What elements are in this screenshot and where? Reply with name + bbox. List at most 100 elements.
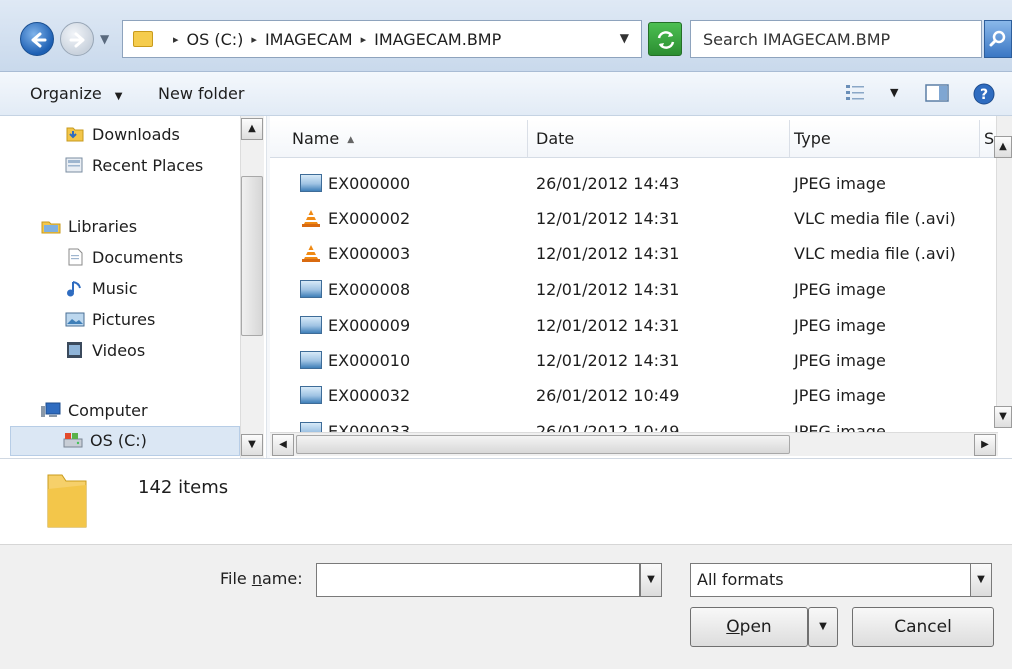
- cancel-button[interactable]: Cancel: [852, 607, 994, 647]
- file-row[interactable]: EX000002 12/01/2012 14:31 VLC media file…: [270, 201, 998, 236]
- nav-item-label: Recent Places: [92, 155, 204, 175]
- nav-item-recent-places[interactable]: Recent Places: [64, 155, 203, 175]
- file-name: EX000032: [328, 386, 411, 405]
- file-list-horizontal-scrollbar[interactable]: ◀ ▶: [270, 432, 998, 456]
- file-row[interactable]: EX000000 26/01/2012 14:43 JPEG image: [270, 166, 998, 201]
- file-name-dropdown-button[interactable]: ▼: [640, 563, 662, 597]
- change-view-button[interactable]: [844, 82, 868, 108]
- nav-item-label: Videos: [92, 340, 146, 360]
- file-list-vertical-scrollbar[interactable]: ▲ ▼: [994, 116, 1012, 428]
- documents-icon: [68, 248, 83, 266]
- file-row[interactable]: EX000003 12/01/2012 14:31 VLC media file…: [270, 236, 998, 271]
- jpeg-image-icon: [300, 351, 322, 369]
- preview-pane-button[interactable]: [924, 82, 950, 108]
- open-options-dropdown[interactable]: ▼: [808, 607, 838, 647]
- jpeg-image-icon: [300, 386, 322, 404]
- command-toolbar: Organize ▼ New folder ▼ ?: [0, 72, 1012, 116]
- address-path-box[interactable]: ▸ OS (C:) ▸ IMAGECAM ▸ IMAGECAM.BMP ▼: [122, 20, 642, 58]
- nav-item-libraries[interactable]: Libraries: [40, 216, 137, 236]
- recent-places-icon: [65, 157, 83, 173]
- column-header-name[interactable]: Name ▲: [270, 120, 528, 158]
- nav-item-label: OS (C:): [90, 430, 147, 450]
- file-name-label-part: File: [220, 569, 252, 588]
- libraries-icon: [41, 221, 61, 234]
- file-row[interactable]: EX000008 12/01/2012 14:31 JPEG image: [270, 272, 998, 307]
- nav-item-label: Libraries: [68, 216, 138, 236]
- file-date: 12/01/2012 14:31: [536, 351, 680, 370]
- file-name: EX000002: [328, 209, 411, 228]
- svg-text:?: ?: [980, 87, 988, 103]
- breadcrumb-separator[interactable]: ▸: [251, 33, 257, 46]
- breadcrumb-separator[interactable]: ▸: [361, 33, 367, 46]
- open-button[interactable]: Open: [690, 607, 808, 647]
- file-date: 26/01/2012 14:43: [536, 174, 680, 193]
- breadcrumb-separator[interactable]: ▸: [173, 33, 179, 46]
- file-date: 26/01/2012 10:49: [536, 386, 680, 405]
- file-type-select[interactable]: All formats: [690, 563, 992, 597]
- nav-item-os-c[interactable]: OS (C:): [62, 430, 147, 450]
- breadcrumb-item[interactable]: IMAGECAM.BMP: [374, 30, 501, 49]
- refresh-button[interactable]: [648, 22, 682, 56]
- nav-item-computer[interactable]: Computer: [40, 400, 148, 420]
- nav-item-documents[interactable]: Documents: [64, 247, 183, 267]
- nav-pane-scrollbar[interactable]: ▲ ▼: [240, 116, 264, 458]
- scroll-down-arrow-icon[interactable]: ▼: [241, 434, 263, 456]
- music-icon: [67, 281, 81, 297]
- file-row[interactable]: EX000032 26/01/2012 10:49 JPEG image: [270, 378, 998, 413]
- nav-scroll-thumb[interactable]: [241, 176, 263, 336]
- file-name: EX000009: [328, 316, 411, 335]
- column-header-date[interactable]: Date: [528, 120, 790, 158]
- computer-icon: [41, 402, 61, 417]
- file-type: JPEG image: [794, 280, 886, 299]
- file-type: VLC media file (.avi): [794, 244, 956, 263]
- recent-locations-dropdown[interactable]: ▼: [100, 32, 109, 46]
- details-pane: 142 items: [0, 458, 1012, 544]
- nav-item-label: Downloads: [92, 124, 180, 144]
- scroll-left-arrow-icon[interactable]: ◀: [272, 434, 294, 456]
- nav-item-label: Pictures: [92, 309, 156, 329]
- view-details-icon: [846, 85, 864, 100]
- scroll-down-arrow-icon[interactable]: ▼: [994, 406, 1012, 428]
- file-name-label: File name:: [220, 569, 303, 588]
- file-type: JPEG image: [794, 386, 886, 405]
- jpeg-image-icon: [300, 280, 322, 298]
- file-type: JPEG image: [794, 316, 886, 335]
- scroll-up-arrow-icon[interactable]: ▲: [241, 118, 263, 140]
- file-name-label-accesskey: n: [251, 569, 262, 588]
- file-date: 12/01/2012 14:31: [536, 209, 680, 228]
- file-type-dropdown-button[interactable]: ▼: [970, 563, 992, 597]
- chevron-down-icon: ▼: [114, 91, 123, 102]
- view-options-dropdown[interactable]: ▼: [890, 86, 898, 99]
- preview-pane-icon: [925, 84, 949, 102]
- help-icon: ?: [973, 83, 995, 105]
- help-button[interactable]: ?: [972, 82, 996, 110]
- file-list: Name ▲ Date Type S EX000000 26/01/2012 14…: [270, 116, 1012, 458]
- search-input[interactable]: Search IMAGECAM.BMP: [690, 20, 982, 58]
- column-header-type[interactable]: Type: [790, 120, 980, 158]
- vlc-icon: [302, 245, 320, 262]
- organize-menu-button[interactable]: Organize ▼: [30, 84, 122, 103]
- nav-item-music[interactable]: Music: [64, 278, 138, 298]
- file-type: VLC media file (.avi): [794, 209, 956, 228]
- breadcrumb-item[interactable]: OS (C:): [187, 30, 244, 49]
- scroll-right-arrow-icon[interactable]: ▶: [974, 434, 996, 456]
- nav-item-label: Documents: [92, 247, 184, 267]
- new-folder-button[interactable]: New folder: [158, 84, 244, 103]
- file-name: EX000008: [328, 280, 411, 299]
- nav-item-pictures[interactable]: Pictures: [64, 309, 155, 329]
- file-row[interactable]: EX000010 12/01/2012 14:31 JPEG image: [270, 343, 998, 378]
- nav-item-downloads[interactable]: Downloads: [64, 124, 180, 144]
- file-row[interactable]: EX000009 12/01/2012 14:31 JPEG image: [270, 308, 998, 343]
- forward-button[interactable]: [60, 22, 94, 56]
- horizontal-scroll-thumb[interactable]: [296, 435, 790, 454]
- nav-item-videos[interactable]: Videos: [64, 340, 145, 360]
- back-button[interactable]: [20, 22, 54, 56]
- address-dropdown-button[interactable]: ▼: [620, 31, 629, 45]
- breadcrumb-item[interactable]: IMAGECAM: [265, 30, 353, 49]
- scroll-up-arrow-icon[interactable]: ▲: [994, 136, 1012, 158]
- sort-ascending-icon: ▲: [347, 135, 355, 145]
- pictures-icon: [65, 312, 85, 327]
- search-button[interactable]: [984, 20, 1012, 58]
- address-bar: ▼ ▸ OS (C:) ▸ IMAGECAM ▸ IMAGECAM.BMP ▼ …: [0, 0, 1012, 72]
- file-name-input[interactable]: [316, 563, 640, 597]
